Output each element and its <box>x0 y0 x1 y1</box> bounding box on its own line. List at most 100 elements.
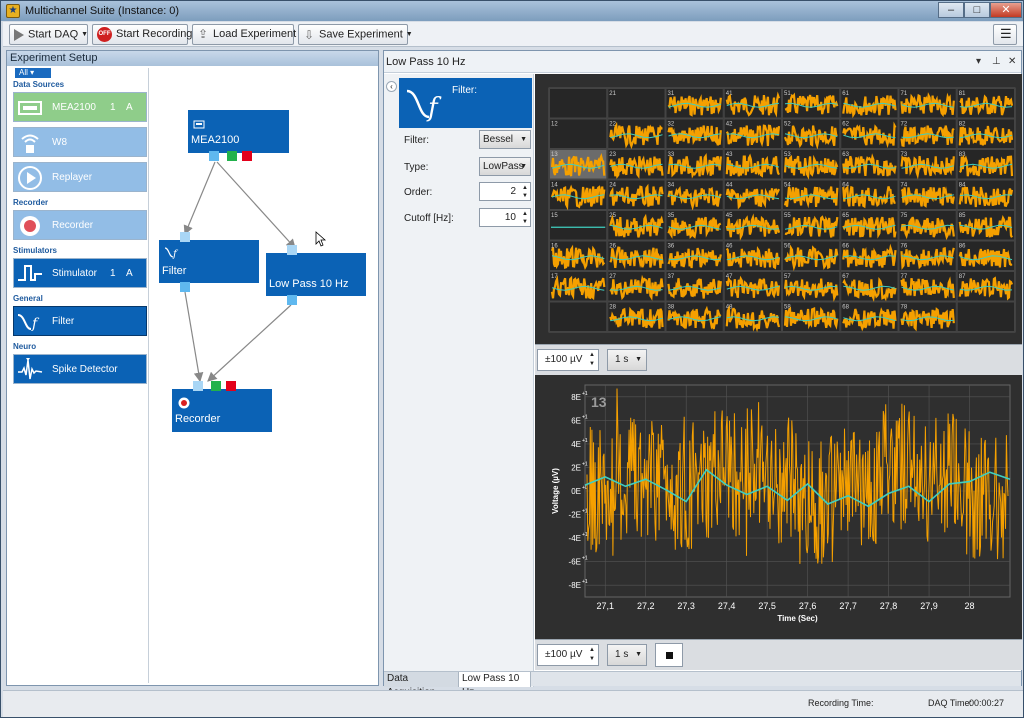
palette-item-mea2100[interactable]: MEA2100 1 A <box>13 92 147 122</box>
channel-cell[interactable]: 13 <box>549 149 608 180</box>
stop-button[interactable] <box>655 643 683 667</box>
output-port[interactable] <box>180 282 190 292</box>
input-port[interactable] <box>211 381 221 391</box>
input-port[interactable] <box>193 381 203 391</box>
channel-cell[interactable]: 27 <box>607 271 666 302</box>
channel-cell[interactable]: 52 <box>782 118 841 150</box>
spinner-arrows-icon[interactable]: ▲ ▼ <box>522 184 528 200</box>
channel-cell[interactable]: 73 <box>898 149 957 180</box>
channel-cell[interactable]: 57 <box>782 271 841 303</box>
channel-cell[interactable]: 78 <box>898 301 957 332</box>
channel-cell[interactable]: 75 <box>898 210 957 241</box>
node-low-pass[interactable]: Low Pass 10 Hz <box>266 253 366 296</box>
channel-cell[interactable]: 85 <box>956 210 1015 241</box>
channel-cell[interactable]: 63 <box>840 149 899 180</box>
channel-cell[interactable]: 38 <box>665 301 724 332</box>
channel-cell[interactable]: 66 <box>840 240 899 271</box>
grid-scale-stepper[interactable]: ±100 µV ▲ ▼ <box>537 349 599 371</box>
channel-cell[interactable]: 76 <box>898 240 957 271</box>
channel-cell[interactable]: 53 <box>782 149 841 180</box>
channel-cell[interactable]: 67 <box>840 271 899 303</box>
save-experiment-button[interactable]: ⇩ Save Experiment ▼ <box>298 24 413 45</box>
palette-item-recorder[interactable]: Recorder <box>13 210 147 240</box>
channel-cell[interactable]: 17 <box>549 271 608 302</box>
category-filter-dropdown[interactable]: All ▾ <box>15 68 51 78</box>
channel-cell[interactable]: 72 <box>898 118 957 149</box>
spinner-arrows-icon[interactable]: ▲ ▼ <box>589 646 595 664</box>
channel-cell[interactable]: 33 <box>665 149 724 180</box>
channel-cell[interactable]: 35 <box>665 210 724 241</box>
output-port[interactable] <box>209 151 219 161</box>
channel-cell[interactable]: 42 <box>723 118 782 149</box>
channel-cell[interactable]: 28 <box>607 301 666 332</box>
palette-item-replayer[interactable]: Replayer <box>13 162 147 192</box>
minimize-button[interactable]: – <box>938 2 964 18</box>
input-port[interactable] <box>180 232 190 242</box>
channel-cell[interactable]: 46 <box>723 240 782 271</box>
channel-cell[interactable]: 77 <box>898 271 957 302</box>
channel-cell[interactable]: 48 <box>723 301 782 333</box>
start-daq-button[interactable]: Start DAQ ▼ <box>9 24 88 45</box>
channel-cell[interactable]: 16 <box>549 240 608 271</box>
channel-cell[interactable]: 74 <box>898 179 957 210</box>
channel-cell[interactable]: 71 <box>898 88 957 119</box>
spinner-arrows-icon[interactable]: ▲ ▼ <box>589 351 595 369</box>
channel-cell[interactable]: 64 <box>840 179 899 210</box>
output-port[interactable] <box>287 295 297 305</box>
channel-cell[interactable]: 51 <box>782 88 841 119</box>
channel-cell[interactable]: 54 <box>782 179 841 210</box>
pin-icon[interactable]: ⊥ <box>992 51 1001 73</box>
order-stepper[interactable]: 2 ▲ ▼ <box>479 182 531 201</box>
tab-data-acquisition[interactable]: Data Acquisition <box>384 672 459 698</box>
channel-cell[interactable]: 47 <box>723 271 782 302</box>
channel-cell[interactable]: 58 <box>782 301 841 332</box>
palette-item-filter[interactable]: f Filter <box>13 306 147 336</box>
plot-time-dropdown[interactable]: 1 s ▼ <box>607 644 647 666</box>
output-port[interactable] <box>242 151 252 161</box>
input-port[interactable] <box>226 381 236 391</box>
node-filter[interactable]: f Filter <box>159 240 259 283</box>
node-mea2100[interactable]: MEA2100 <box>188 110 289 153</box>
channel-cell[interactable]: 32 <box>665 118 724 149</box>
channel-cell[interactable]: 83 <box>956 149 1015 180</box>
channel-cell[interactable]: 14 <box>549 179 608 211</box>
channel-cell[interactable]: 22 <box>607 118 666 150</box>
menu-button[interactable]: ☰ <box>993 24 1017 45</box>
channel-cell[interactable]: 37 <box>665 271 724 302</box>
channel-cell[interactable]: 23 <box>607 149 666 180</box>
palette-item-spike-detector[interactable]: Spike Detector <box>13 354 147 384</box>
cutoff-stepper[interactable]: 10 ▲ ▼ <box>479 208 531 227</box>
channel-cell[interactable]: 55 <box>782 210 841 241</box>
channel-cell[interactable]: 62 <box>840 118 899 149</box>
close-button[interactable]: ✕ <box>990 2 1022 18</box>
channel-cell[interactable]: 65 <box>840 210 899 241</box>
channel-cell[interactable]: 34 <box>665 179 724 211</box>
maximize-button[interactable]: □ <box>964 2 990 18</box>
start-recording-button[interactable]: OFF Start Recording <box>92 24 192 45</box>
channel-cell[interactable]: 25 <box>607 210 666 241</box>
dropdown-icon[interactable]: ▾ <box>976 51 981 73</box>
channel-cell[interactable]: 87 <box>956 271 1015 302</box>
channel-cell[interactable]: 24 <box>607 179 666 210</box>
filter-kind-dropdown[interactable]: Bessel ▼ <box>479 130 531 149</box>
collapse-icon[interactable]: ‹ <box>386 81 397 92</box>
output-port[interactable] <box>227 151 237 161</box>
grid-time-dropdown[interactable]: 1 s ▼ <box>607 349 647 371</box>
channel-cell[interactable]: 44 <box>723 179 782 210</box>
node-recorder[interactable]: Recorder <box>172 389 272 432</box>
channel-cell[interactable]: 82 <box>956 118 1015 149</box>
channel-cell[interactable]: 84 <box>956 179 1015 210</box>
filter-type-dropdown[interactable]: LowPass ▼ <box>479 157 531 176</box>
channel-cell[interactable]: 36 <box>665 240 724 271</box>
channel-cell[interactable]: 61 <box>840 88 899 119</box>
channel-cell[interactable]: 45 <box>723 210 782 241</box>
input-port[interactable] <box>287 245 297 255</box>
experiment-canvas[interactable]: MEA2100 f Filter Low Pass 10 Hz Recorder <box>155 71 377 681</box>
channel-cell[interactable]: 12 <box>549 118 608 149</box>
channel-cell[interactable]: 15 <box>549 210 608 241</box>
channel-cell[interactable]: 26 <box>607 240 666 271</box>
channel-cell[interactable]: 81 <box>956 88 1015 119</box>
tab-low-pass[interactable]: Low Pass 10 Hz <box>459 672 531 698</box>
plot-scale-stepper[interactable]: ±100 µV ▲ ▼ <box>537 644 599 666</box>
palette-item-w8[interactable]: W8 <box>13 127 147 157</box>
